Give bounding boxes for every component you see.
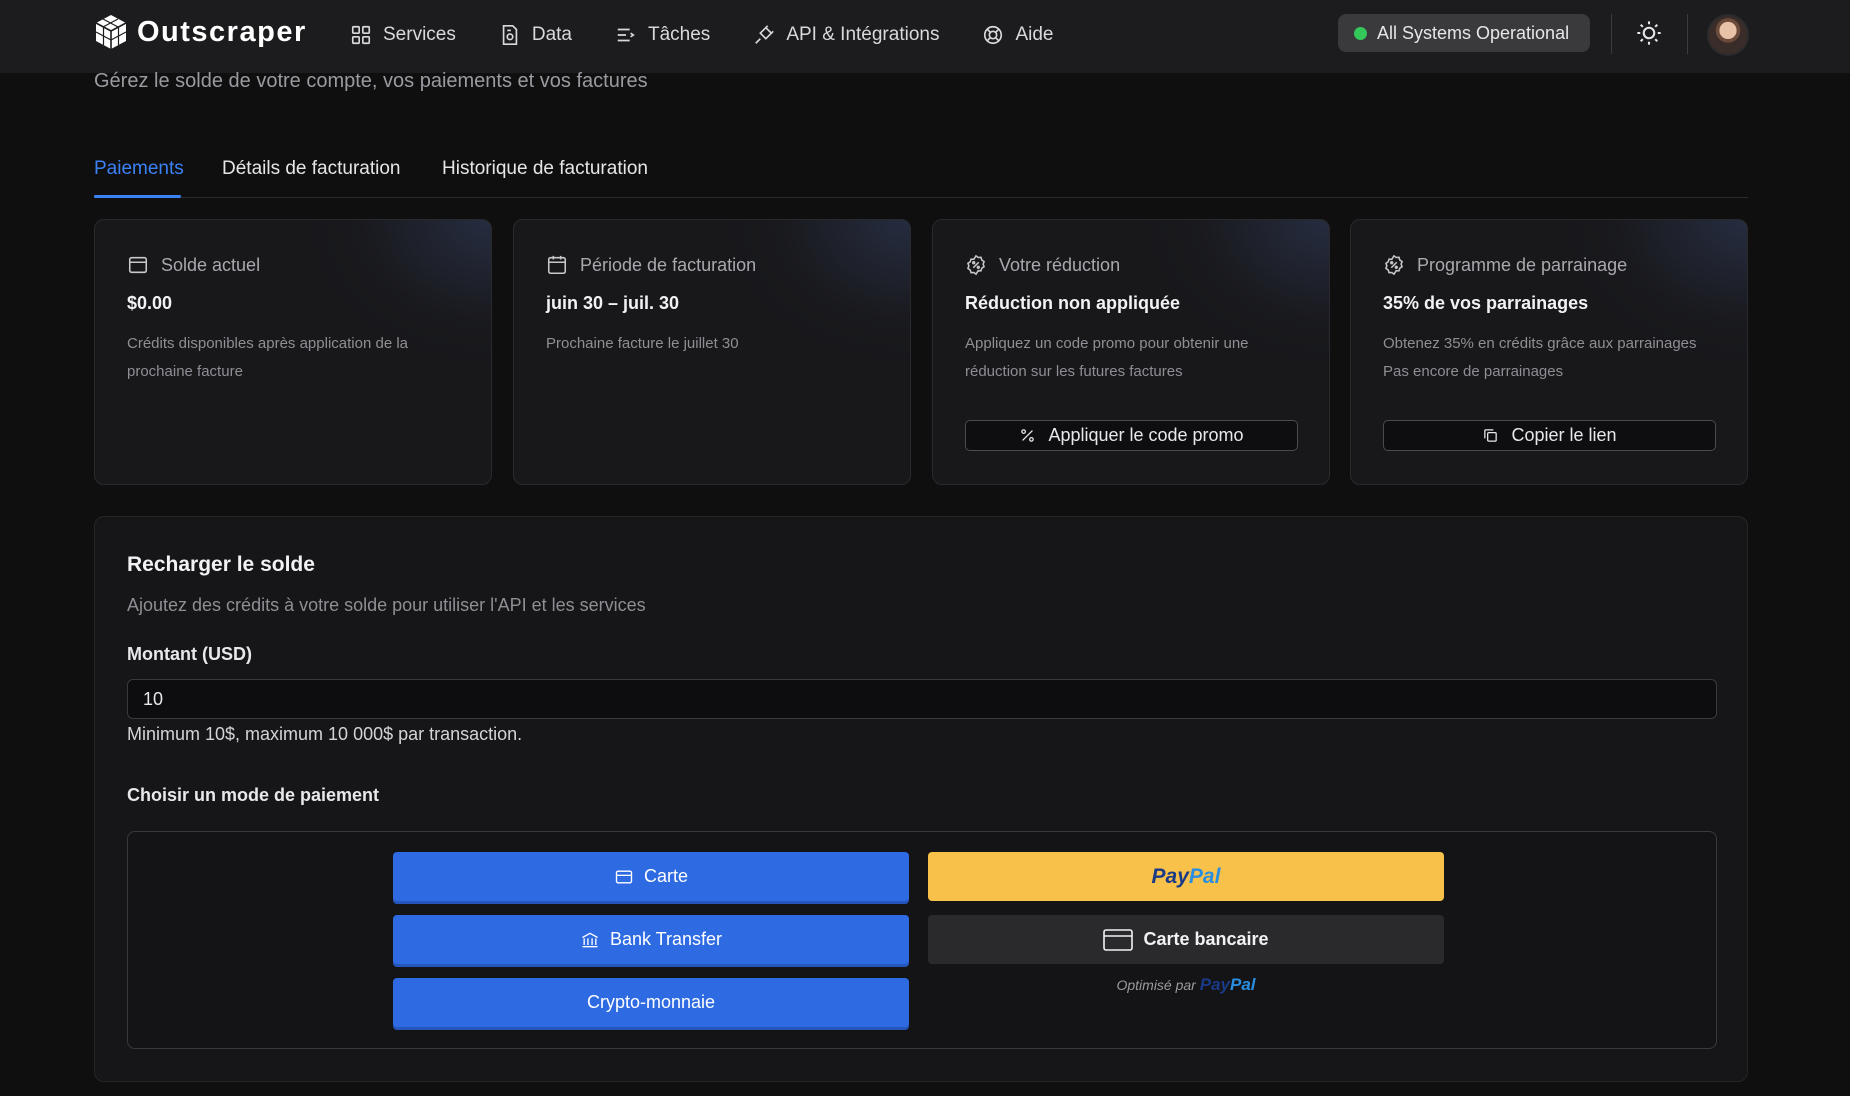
data-file-icon xyxy=(502,25,518,45)
copy-icon xyxy=(1484,429,1498,442)
nav-tasks-label: Tâches xyxy=(648,24,711,45)
pay-crypto-label: Crypto-monnaie xyxy=(586,992,716,1012)
recharge-description: Ajoutez des crédits à votre solde pour u… xyxy=(127,595,646,615)
plug-icon xyxy=(755,25,775,44)
page-subtitle: Gérez le solde de votre compte, vos paie… xyxy=(94,70,648,92)
card-description: Crédits disponibles après application de… xyxy=(127,335,409,380)
apply-promo-label: Appliquer le code promo xyxy=(1048,425,1244,445)
paypal-logo-part: Pal xyxy=(1188,864,1221,888)
recharge-title: Recharger le solde xyxy=(127,553,315,576)
card-header: Votre réduction xyxy=(965,252,1297,278)
card-header: Programme de parrainage xyxy=(1383,252,1715,278)
paypal-logo-part: Pal xyxy=(1229,975,1256,994)
balance-card: Solde actuel $0.00 Crédits disponibles a… xyxy=(94,219,492,485)
card-header: Période de facturation xyxy=(546,252,878,278)
nav-data-label: Data xyxy=(531,24,572,45)
nav-tasks[interactable]: Tâches xyxy=(615,20,710,50)
nav-help[interactable]: Aide xyxy=(982,20,1054,50)
pay-card-button[interactable]: Carte xyxy=(393,852,909,901)
billing-tabs: Paiements Détails de facturation Histori… xyxy=(94,154,1748,198)
active-tab-indicator xyxy=(94,195,181,198)
brand-logo[interactable]: Outscraper xyxy=(94,13,307,51)
amount-input[interactable] xyxy=(127,679,1717,719)
nav-divider xyxy=(1687,14,1688,54)
percent-icon xyxy=(1021,429,1035,442)
nav-api[interactable]: API & Intégrations xyxy=(753,20,939,50)
status-dot-icon xyxy=(1354,26,1367,40)
card-description: Appliquez un code promo pour obtenir une… xyxy=(965,335,1249,380)
payment-methods-box: Carte Bank Transfer Crypto-monnaie PayPa… xyxy=(127,831,1717,1049)
referral-badge-icon xyxy=(1384,254,1404,276)
grid-icon xyxy=(351,25,371,45)
powered-by-paypal: Optimisé par PayPal xyxy=(928,975,1444,995)
nav-data[interactable]: Data xyxy=(499,20,572,50)
main-nav: Services Data Tâches API & Intégrations … xyxy=(350,20,1097,50)
theme-toggle-button[interactable] xyxy=(1632,16,1666,50)
card-title: Période de facturation xyxy=(580,254,757,275)
discount-value: Réduction non appliquée xyxy=(965,293,1180,313)
copy-link-button[interactable]: Copier le lien xyxy=(1383,420,1716,451)
card-header: Solde actuel xyxy=(127,252,459,278)
nav-services[interactable]: Services xyxy=(350,20,456,50)
system-status-badge[interactable]: All Systems Operational xyxy=(1338,14,1590,52)
wallet-icon xyxy=(128,256,148,274)
pay-bank-transfer-button[interactable]: Bank Transfer xyxy=(393,915,909,964)
referral-count: Pas encore de parrainages xyxy=(1383,363,1564,380)
bank-card-label: Carte bancaire xyxy=(1143,929,1269,949)
paypal-small-logo: PayPal xyxy=(1200,975,1256,994)
paypal-button[interactable]: PayPal xyxy=(928,852,1444,901)
tab-billing-details[interactable]: Détails de facturation xyxy=(222,158,401,180)
top-navbar: Outscraper Services Data Tâches API & In… xyxy=(0,0,1850,73)
paypal-logo-part: Pay xyxy=(1151,864,1189,888)
sun-icon xyxy=(1637,21,1661,45)
copy-link-label: Copier le lien xyxy=(1511,425,1617,445)
pay-crypto-button[interactable]: Crypto-monnaie xyxy=(393,978,909,1027)
billing-period-value: juin 30 – juil. 30 xyxy=(546,293,680,313)
nav-help-label: Aide xyxy=(1015,24,1054,45)
user-avatar[interactable] xyxy=(1707,14,1749,56)
cube-logo-icon xyxy=(95,15,127,49)
balance-value: $0.00 xyxy=(127,293,173,313)
referral-desc: Obtenez 35% en crédits grâce aux parrain… xyxy=(1383,335,1697,352)
bank-card-button[interactable]: Carte bancaire xyxy=(928,915,1444,964)
lifebuoy-icon xyxy=(984,25,1003,45)
nav-divider xyxy=(1611,14,1612,54)
powered-by-text: Optimisé par xyxy=(1116,977,1196,993)
tasks-list-icon xyxy=(617,28,635,42)
credit-card-icon xyxy=(615,870,633,883)
tab-payments[interactable]: Paiements xyxy=(94,158,184,180)
calendar-icon xyxy=(547,255,567,275)
brand-name: Outscraper xyxy=(137,15,307,48)
apply-promo-button[interactable]: Appliquer le code promo xyxy=(965,420,1298,451)
amount-label: Montant (USD) xyxy=(127,644,252,664)
nav-services-label: Services xyxy=(383,24,456,45)
pay-card-label: Carte xyxy=(643,866,688,886)
pay-bank-transfer-label: Bank Transfer xyxy=(609,929,723,949)
card-description: Obtenez 35% en crédits grâce aux parrain… xyxy=(1383,330,1715,386)
discount-card: Votre réduction Réduction non appliquée … xyxy=(932,219,1330,485)
bank-icon xyxy=(582,932,598,947)
discount-badge-icon xyxy=(966,254,986,276)
paypal-logo: PayPal xyxy=(1152,865,1221,889)
amount-hint: Minimum 10$, maximum 10 000$ par transac… xyxy=(127,724,523,744)
card-title: Votre réduction xyxy=(999,254,1121,275)
credit-card-icon xyxy=(1103,928,1134,951)
recharge-section: Recharger le solde Ajoutez des crédits à… xyxy=(94,516,1748,1082)
nav-api-label: API & Intégrations xyxy=(786,24,940,45)
payment-method-label: Choisir un mode de paiement xyxy=(127,785,380,805)
referral-card: Programme de parrainage 35% de vos parra… xyxy=(1350,219,1748,485)
tab-billing-history[interactable]: Historique de facturation xyxy=(442,158,648,180)
referral-value: 35% de vos parrainages xyxy=(1383,293,1589,313)
billing-period-card: Période de facturation juin 30 – juil. 3… xyxy=(513,219,911,485)
status-label: All Systems Operational xyxy=(1377,22,1570,43)
paypal-logo-part: Pay xyxy=(1199,975,1230,994)
card-title: Solde actuel xyxy=(161,254,261,275)
card-title: Programme de parrainage xyxy=(1417,254,1628,275)
card-description: Prochaine facture le juillet 30 xyxy=(546,335,739,352)
